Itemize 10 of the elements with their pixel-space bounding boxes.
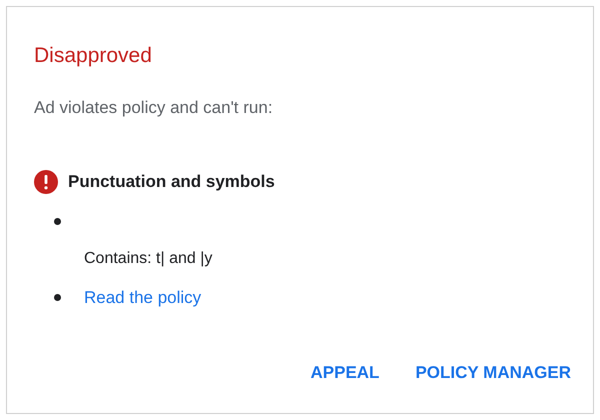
bullet-icon [54, 218, 61, 225]
bullet-icon [54, 294, 61, 301]
dialog-button[interactable]: APPEAL [302, 354, 388, 391]
dialog-button[interactable]: POLICY MANAGER [407, 354, 579, 391]
violation-title: Punctuation and symbols [68, 171, 275, 193]
detail-text: Contains: t| and |y [83, 248, 214, 268]
error-icon [34, 170, 58, 194]
status-title: Disapproved [34, 43, 153, 69]
policy-link[interactable]: Read the policy [84, 284, 202, 310]
policy-message: Ad violates policy and can't run: [34, 97, 274, 119]
